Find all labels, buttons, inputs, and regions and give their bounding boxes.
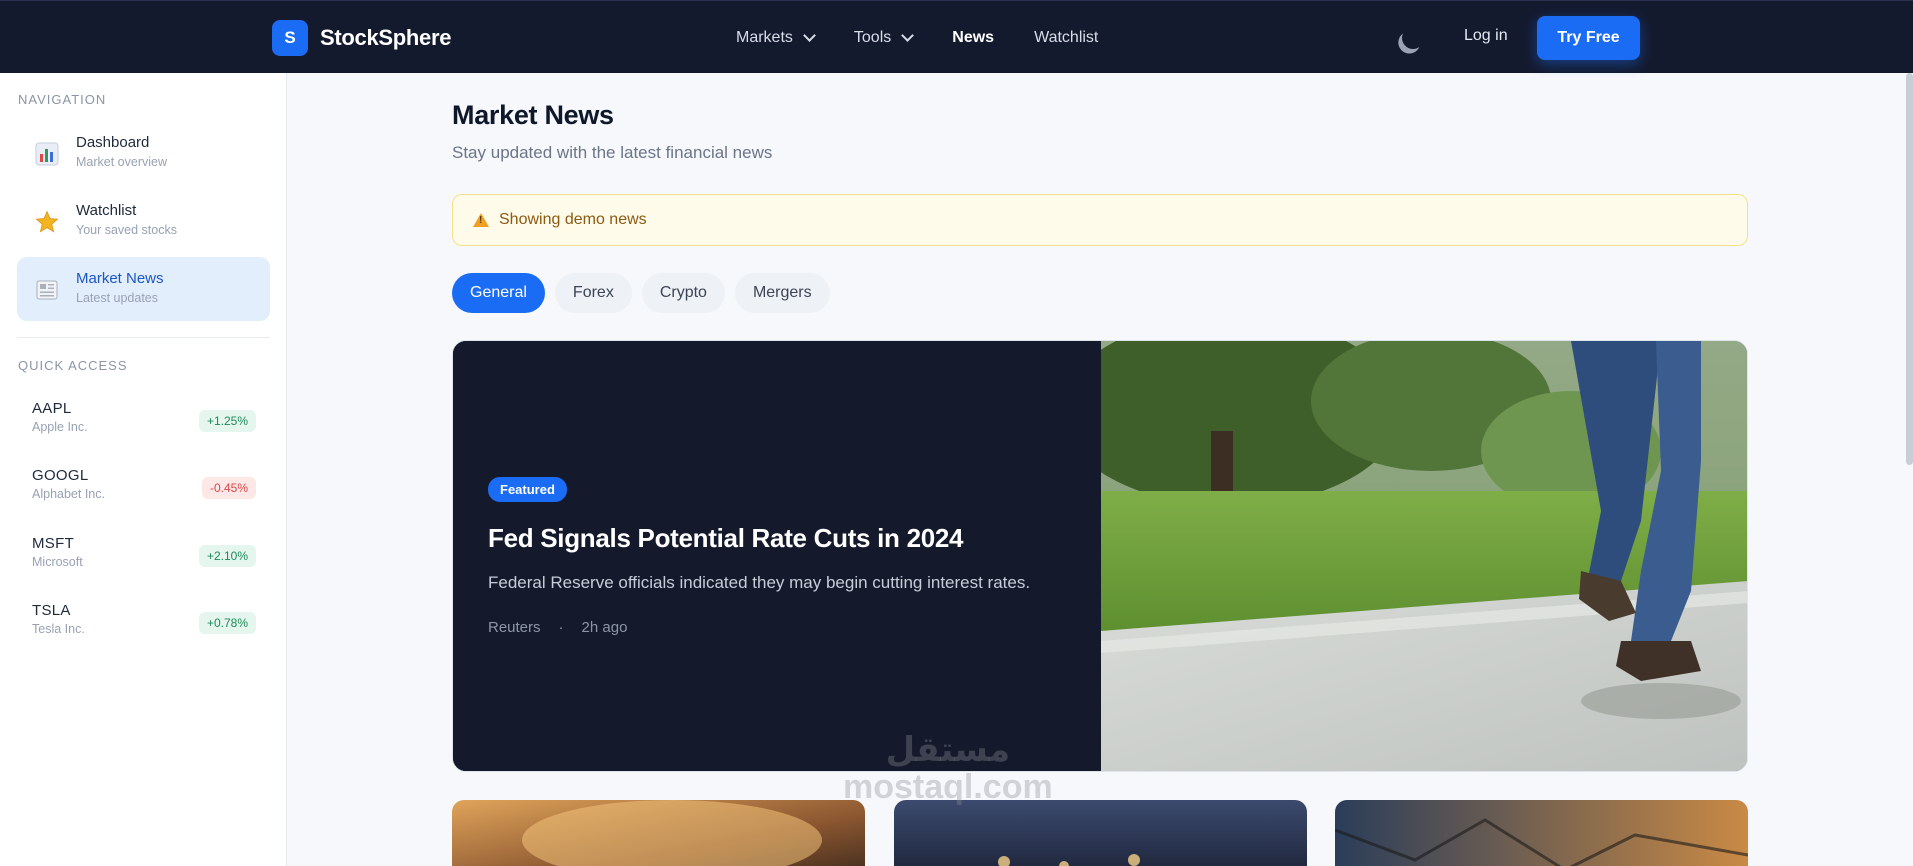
- sidebar-item-title: Market News: [76, 270, 164, 287]
- sidebar: NAVIGATION Dashboard Market overview Wat…: [0, 73, 287, 866]
- sidebar-item-title: Dashboard: [76, 134, 150, 151]
- featured-text-panel: Featured Fed Signals Potential Rate Cuts…: [453, 341, 1101, 771]
- quick-access-msft[interactable]: MSFT Microsoft +2.10%: [32, 535, 258, 579]
- page-subtitle: Stay updated with the latest financial n…: [452, 143, 773, 162]
- page-scrollbar[interactable]: [1906, 73, 1913, 465]
- nav-watchlist[interactable]: Watchlist: [1034, 29, 1098, 47]
- nav-markets-label: Markets: [736, 28, 793, 46]
- quick-access-heading: QUICK ACCESS: [18, 358, 128, 373]
- chevron-down-icon: [901, 28, 915, 42]
- change-badge: +1.25%: [198, 410, 256, 432]
- brand[interactable]: S StockSphere: [272, 20, 452, 56]
- tab-crypto[interactable]: Crypto: [641, 273, 725, 313]
- nav-news[interactable]: News: [952, 29, 994, 47]
- news-card[interactable]: [894, 800, 1307, 866]
- tab-general[interactable]: General: [452, 273, 545, 313]
- page-title: Market News: [452, 100, 614, 130]
- featured-badge: Featured: [488, 477, 567, 502]
- sidebar-item-market-news[interactable]: Market News Latest updates: [17, 257, 270, 321]
- meta-separator: ·: [558, 619, 564, 636]
- top-navbar: S StockSphere Markets Tools News Watchli…: [0, 0, 1913, 73]
- main-nav: Markets Tools News Watchlist: [736, 1, 1098, 74]
- sidebar-item-dashboard[interactable]: Dashboard Market overview: [17, 121, 270, 185]
- newspaper-icon: [36, 280, 58, 300]
- moon-icon[interactable]: [1399, 24, 1427, 52]
- news-card[interactable]: [1335, 800, 1748, 866]
- nav-heading: NAVIGATION: [18, 92, 107, 107]
- news-card-image: [894, 800, 1307, 866]
- featured-image: [1101, 341, 1747, 771]
- bar-chart-icon: [35, 142, 59, 166]
- nav-markets[interactable]: Markets: [736, 28, 816, 47]
- news-card[interactable]: [452, 800, 865, 866]
- news-category-tabs: General Forex Crypto Mergers: [452, 273, 830, 313]
- featured-article[interactable]: Featured Fed Signals Potential Rate Cuts…: [452, 340, 1748, 772]
- alert-text: Showing demo news: [499, 211, 647, 228]
- sidebar-item-subtitle: Market overview: [76, 155, 167, 169]
- featured-meta: Reuters · 2h ago: [488, 619, 627, 636]
- featured-summary: Federal Reserve officials indicated they…: [488, 573, 1031, 592]
- article-time: 2h ago: [581, 619, 628, 636]
- chevron-down-icon: [803, 28, 816, 42]
- featured-headline[interactable]: Fed Signals Potential Rate Cuts in 2024: [488, 523, 964, 554]
- demo-alert: Showing demo news: [452, 194, 1748, 246]
- star-icon: [35, 210, 59, 233]
- tab-mergers[interactable]: Mergers: [734, 273, 830, 313]
- news-card-image: [452, 800, 865, 866]
- login-link[interactable]: Log in: [1464, 27, 1508, 45]
- change-badge: +0.78%: [198, 612, 256, 634]
- tab-forex[interactable]: Forex: [554, 273, 632, 313]
- nav-tools[interactable]: Tools: [853, 28, 915, 47]
- sidebar-item-watchlist[interactable]: Watchlist Your saved stocks: [17, 189, 270, 253]
- quick-access-googl[interactable]: GOOGL Alphabet Inc. -0.45%: [32, 467, 258, 511]
- change-badge: -0.45%: [201, 477, 256, 499]
- warning-icon: [473, 213, 489, 227]
- brand-name: StockSphere: [320, 25, 452, 50]
- brand-logo: S: [272, 20, 308, 56]
- sidebar-item-title: Watchlist: [76, 202, 137, 219]
- sidebar-item-subtitle: Your saved stocks: [76, 223, 177, 237]
- try-free-button[interactable]: Try Free: [1537, 16, 1640, 60]
- quick-access-tsla[interactable]: TSLA Tesla Inc. +0.78%: [32, 602, 258, 646]
- nav-tools-label: Tools: [853, 28, 892, 46]
- change-badge: +2.10%: [198, 545, 256, 567]
- news-card-image: [1335, 800, 1748, 866]
- sidebar-item-subtitle: Latest updates: [76, 291, 159, 305]
- quick-access-aapl[interactable]: AAPL Apple Inc. +1.25%: [32, 400, 258, 444]
- sidebar-divider: [17, 337, 270, 338]
- article-source: Reuters: [488, 619, 541, 636]
